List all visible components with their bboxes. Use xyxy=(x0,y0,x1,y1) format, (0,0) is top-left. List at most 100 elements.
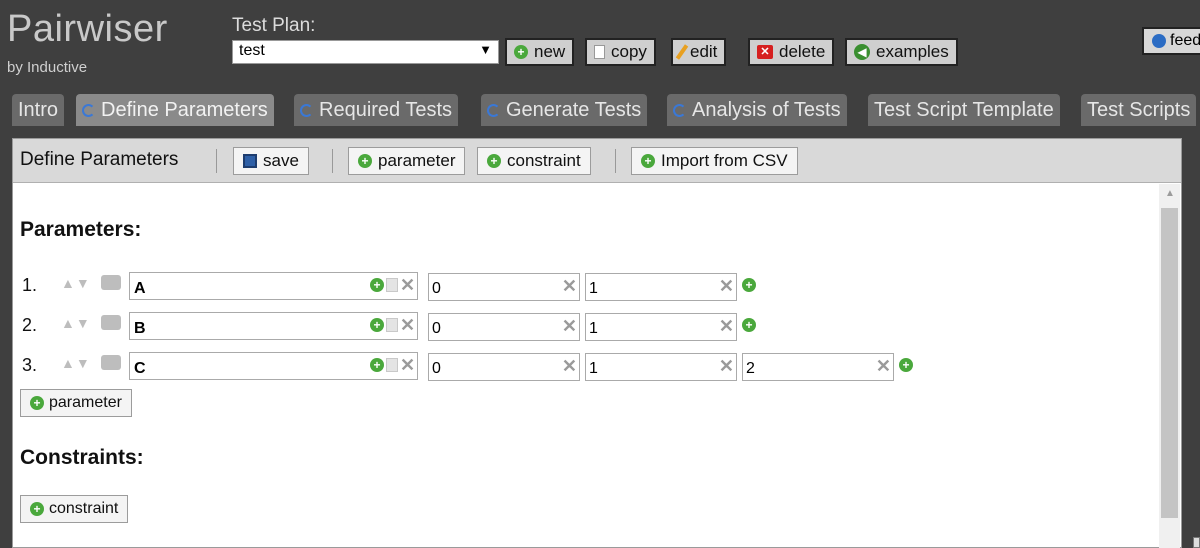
tab-bar: Intro Define Parameters Required Tests G… xyxy=(0,94,1200,128)
parameter-value-field[interactable]: 1 ✕ xyxy=(585,353,737,381)
copy-icon[interactable] xyxy=(386,318,398,332)
panel-toolbar: Define Parameters save + parameter + con… xyxy=(13,139,1181,183)
copy-icon[interactable] xyxy=(386,358,398,372)
toolbar-divider xyxy=(332,149,333,173)
tab-define-parameters[interactable]: Define Parameters xyxy=(76,94,274,126)
remove-value-icon[interactable]: ✕ xyxy=(562,277,577,295)
parameter-value-text: 0 xyxy=(432,280,441,297)
parameter-row: 3. ▲▼ C + ✕ 0 ✕ 1 ✕ 2 ✕ + xyxy=(13,352,1153,383)
remove-value-icon[interactable]: ✕ xyxy=(562,357,577,375)
add-parameter-button[interactable]: + parameter xyxy=(20,389,132,417)
add-value-icon[interactable]: + xyxy=(370,358,384,372)
add-constraint-toolbar-button[interactable]: + constraint xyxy=(477,147,591,175)
add-constraint-label: constraint xyxy=(49,500,119,517)
add-value-icon[interactable]: + xyxy=(370,278,384,292)
define-parameters-panel: Define Parameters save + parameter + con… xyxy=(12,138,1182,548)
remove-parameter-icon[interactable]: ✕ xyxy=(400,356,415,374)
parameter-value-text: 1 xyxy=(589,320,598,337)
toolbar-divider xyxy=(216,149,217,173)
parameter-value-text: 0 xyxy=(432,360,441,377)
parameter-number: 3. xyxy=(22,355,38,375)
parameter-value-field[interactable]: 1 ✕ xyxy=(585,313,737,341)
globe-icon xyxy=(1152,34,1166,48)
add-value-icon[interactable]: + xyxy=(742,278,756,292)
tab-test-script-template[interactable]: Test Script Template xyxy=(868,94,1060,126)
document-icon xyxy=(594,45,605,59)
scroll-up-icon[interactable]: ▲ xyxy=(1165,188,1175,199)
move-up-down-icon[interactable]: ▲▼ xyxy=(61,355,91,371)
add-constraint-toolbar-label: constraint xyxy=(507,151,581,170)
remove-value-icon[interactable]: ✕ xyxy=(562,317,577,335)
copy-icon[interactable] xyxy=(386,278,398,292)
plus-icon: + xyxy=(641,154,655,168)
feedback-button[interactable]: feed xyxy=(1142,27,1200,55)
add-constraint-button[interactable]: + constraint xyxy=(20,495,129,523)
save-label: save xyxy=(263,151,299,170)
delete-plan-label: delete xyxy=(779,42,826,61)
parameter-value-field[interactable]: 0 ✕ xyxy=(428,353,580,381)
panel-title: Define Parameters xyxy=(20,149,179,170)
add-parameter-toolbar-button[interactable]: + parameter xyxy=(348,147,466,175)
new-plan-label: new xyxy=(534,42,566,61)
add-parameter-toolbar-label: parameter xyxy=(378,151,456,170)
plus-icon: + xyxy=(358,154,372,168)
tab-generate-tests[interactable]: Generate Tests xyxy=(481,94,648,126)
remove-value-icon[interactable]: ✕ xyxy=(876,357,891,375)
parameter-value-text: 2 xyxy=(746,360,755,377)
test-plan-select[interactable]: test ▼ xyxy=(232,40,499,64)
tab-test-scripts-label: Test Scripts xyxy=(1087,98,1191,121)
move-up-down-icon[interactable]: ▲▼ xyxy=(61,275,91,291)
comment-icon[interactable] xyxy=(101,355,121,370)
window-corner xyxy=(1193,537,1200,548)
refresh-icon xyxy=(487,103,500,117)
tab-intro[interactable]: Intro xyxy=(12,94,65,126)
remove-value-icon[interactable]: ✕ xyxy=(719,277,734,295)
remove-value-icon[interactable]: ✕ xyxy=(719,317,734,335)
add-parameter-label: parameter xyxy=(49,394,122,411)
tab-analysis-of-tests[interactable]: Analysis of Tests xyxy=(667,94,847,126)
scrollbar-thumb[interactable] xyxy=(1161,208,1178,518)
edit-plan-button[interactable]: edit xyxy=(671,38,727,66)
constraints-heading: Constraints: xyxy=(20,446,144,469)
parameter-name-actions: + ✕ xyxy=(370,276,415,294)
parameter-value-field[interactable]: 0 ✕ xyxy=(428,273,580,301)
vertical-scrollbar[interactable]: ▲ xyxy=(1159,184,1180,548)
comment-icon[interactable] xyxy=(101,275,121,290)
plus-icon: + xyxy=(30,396,44,410)
plus-icon: + xyxy=(30,502,44,516)
parameter-name-actions: + ✕ xyxy=(370,356,415,374)
remove-parameter-icon[interactable]: ✕ xyxy=(400,276,415,294)
comment-icon[interactable] xyxy=(101,315,121,330)
tab-required-tests-label: Required Tests xyxy=(319,98,453,121)
dropdown-arrow-icon: ▼ xyxy=(479,42,492,57)
app-title: Pairwiser xyxy=(7,8,168,50)
parameter-value-field[interactable]: 1 ✕ xyxy=(585,273,737,301)
tab-required-tests[interactable]: Required Tests xyxy=(294,94,459,126)
tab-intro-label: Intro xyxy=(18,98,59,121)
add-value-icon[interactable]: + xyxy=(742,318,756,332)
add-value-icon[interactable]: + xyxy=(370,318,384,332)
add-value-icon[interactable]: + xyxy=(899,358,913,372)
remove-value-icon[interactable]: ✕ xyxy=(719,357,734,375)
examples-button[interactable]: ◀ examples xyxy=(845,38,958,66)
parameter-value-text: 1 xyxy=(589,280,598,297)
delete-x-icon: ✕ xyxy=(757,45,773,59)
delete-plan-button[interactable]: ✕ delete xyxy=(748,38,835,66)
plus-icon: + xyxy=(487,154,501,168)
remove-parameter-icon[interactable]: ✕ xyxy=(400,316,415,334)
feedback-label: feed xyxy=(1170,32,1200,49)
back-arrow-icon: ◀ xyxy=(854,44,870,60)
new-plan-button[interactable]: + new xyxy=(505,38,575,66)
parameter-number: 2. xyxy=(22,315,38,335)
parameter-value-field[interactable]: 2 ✕ xyxy=(742,353,894,381)
tab-analysis-of-tests-label: Analysis of Tests xyxy=(692,98,841,121)
parameter-value-field[interactable]: 0 ✕ xyxy=(428,313,580,341)
tab-test-scripts[interactable]: Test Scripts xyxy=(1081,94,1197,126)
examples-label: examples xyxy=(876,42,949,61)
refresh-icon xyxy=(82,103,95,117)
import-csv-button[interactable]: + Import from CSV xyxy=(631,147,798,175)
save-button[interactable]: save xyxy=(233,147,309,175)
test-plan-selected-value: test xyxy=(239,42,265,59)
copy-plan-button[interactable]: copy xyxy=(585,38,656,66)
move-up-down-icon[interactable]: ▲▼ xyxy=(61,315,91,331)
